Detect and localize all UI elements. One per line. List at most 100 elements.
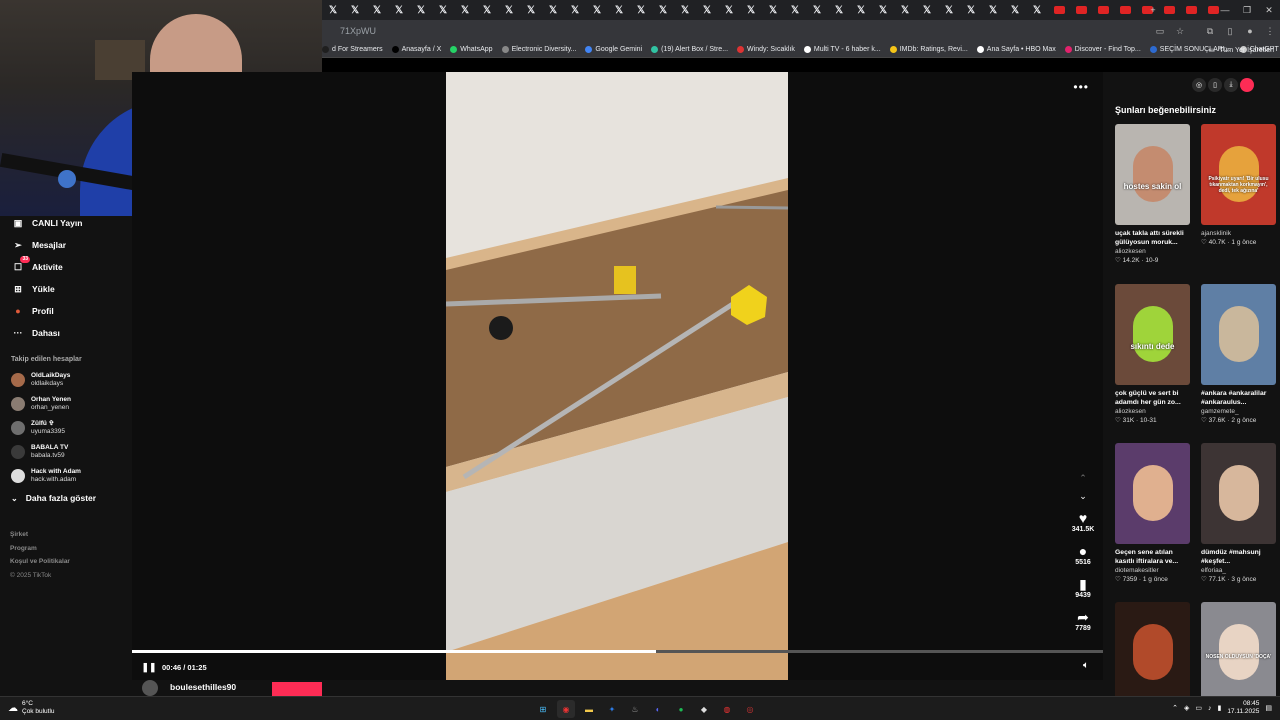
volume-icon[interactable]: 🔈︎ <box>1083 660 1089 671</box>
x-tab[interactable]: 𝕏 <box>982 0 1004 20</box>
show-more-button[interactable]: ⌄ Daha fazla göster <box>0 488 132 508</box>
obs-icon[interactable]: ◍ <box>718 700 736 718</box>
x-tab[interactable]: 𝕏 <box>872 0 894 20</box>
followed-account[interactable]: Orhan Yenen orhan_yenen <box>0 392 132 416</box>
progress-bar[interactable] <box>132 650 1103 653</box>
side-panel-icon[interactable]: ▯ <box>1220 26 1240 37</box>
x-tab[interactable]: 𝕏 <box>476 0 498 20</box>
suggested-video-card[interactable]: NOSEN OLDUYSUN 'DOÇA' <box>1201 602 1277 703</box>
start-icon[interactable]: ⊞ <box>534 700 552 718</box>
x-tab[interactable]: 𝕏 <box>1026 0 1048 20</box>
extensions-icon[interactable]: ⧉ <box>1200 26 1220 37</box>
bookmark-item[interactable]: Discover - Find Top... <box>1064 46 1141 53</box>
follow-button[interactable] <box>272 682 322 696</box>
suggested-video-card[interactable]: Psikiyatr uyarı! 'Bir ulusu tıkanmaktan … <box>1201 124 1277 247</box>
bookmark-item[interactable]: Ana Sayfa • HBO Max <box>976 46 1056 53</box>
nav-item-more[interactable]: ··· Dahası <box>0 322 132 344</box>
address-bar[interactable]: 71XpWU ▭ ☆ ⧉ ▯ ● ⋮ <box>322 20 1280 42</box>
x-tab[interactable]: 𝕏 <box>366 0 388 20</box>
followed-account[interactable]: OldLaikDays oldlaikdays <box>0 368 132 392</box>
bookmark-item[interactable]: WhatsApp <box>450 46 493 53</box>
x-tab[interactable]: 𝕏 <box>696 0 718 20</box>
footer-link[interactable]: Koşul ve Politikalar <box>0 555 132 569</box>
x-tab[interactable]: 𝕏 <box>762 0 784 20</box>
bookmark-item[interactable]: Electronic Diversity... <box>501 46 576 53</box>
x-tab[interactable]: 𝕏 <box>674 0 696 20</box>
scroll-up-button[interactable]: ⌃ <box>1063 470 1103 486</box>
nav-item-activity[interactable]: ☐ 33 Aktivite <box>0 256 132 278</box>
followed-account[interactable]: BABALA TV babala.tv59 <box>0 440 132 464</box>
youtube-tab[interactable] <box>1048 0 1070 20</box>
suggested-video-card[interactable]: hostes sakin ol uçak takla attı sürekli g… <box>1115 124 1191 265</box>
youtube-tab[interactable] <box>1092 0 1114 20</box>
maximize-button[interactable]: ❐ <box>1236 0 1258 20</box>
cast-icon[interactable]: ▭ <box>1150 26 1170 37</box>
epic-games-icon[interactable]: ◆ <box>695 700 713 718</box>
close-window-button[interactable]: ✕ <box>1258 0 1280 20</box>
x-tab[interactable]: 𝕏 <box>740 0 762 20</box>
nav-item-message[interactable]: ➢ Mesajlar <box>0 234 132 256</box>
x-tab[interactable]: 𝕏 <box>344 0 366 20</box>
suggested-video-card[interactable]: Geçen sene atılan kasıtlı iftiralara ve.… <box>1115 443 1191 584</box>
x-tab[interactable]: 𝕏 <box>1004 0 1026 20</box>
author-avatar[interactable] <box>142 680 158 696</box>
youtube-tab[interactable] <box>1070 0 1092 20</box>
download-icon[interactable]: ⤓ <box>1224 78 1238 92</box>
footer-link[interactable]: Şirket <box>0 528 132 542</box>
profile-avatar-icon[interactable]: ● <box>1240 26 1260 36</box>
network-icon[interactable]: ▭ <box>1195 704 1202 712</box>
x-tab[interactable]: 𝕏 <box>410 0 432 20</box>
video-player[interactable]: ••• ⌃ ⌄ ♥ 341.5K ● 5516 ▮ 9439 ➦ 7789 ❚❚… <box>132 72 1103 680</box>
nav-item-upload[interactable]: ⊞ Yükle <box>0 278 132 300</box>
x-tab[interactable]: 𝕏 <box>388 0 410 20</box>
x-tab[interactable]: 𝕏 <box>718 0 740 20</box>
x-tab[interactable]: 𝕏 <box>828 0 850 20</box>
bookmark-item[interactable]: (19) Alert Box / Stre... <box>651 46 728 53</box>
suggested-video-card[interactable]: #ankara #ankaralilar #ankaraulus... gamze… <box>1201 284 1277 425</box>
like-button[interactable]: ♥ 341.5K <box>1063 510 1103 533</box>
x-tab[interactable]: 𝕏 <box>608 0 630 20</box>
x-tab[interactable]: 𝕏 <box>960 0 982 20</box>
browser-menu-icon[interactable]: ⋮ <box>1260 26 1280 37</box>
minimize-button[interactable]: — <box>1214 0 1236 20</box>
battery-icon[interactable]: ▮ <box>1217 704 1221 712</box>
x-tab[interactable]: 𝕏 <box>784 0 806 20</box>
x-tab[interactable]: 𝕏 <box>564 0 586 20</box>
x-tab[interactable]: 𝕏 <box>542 0 564 20</box>
nav-item-live[interactable]: ▣ CANLI Yayın <box>0 212 132 234</box>
notification-icon[interactable]: ▤ <box>1265 704 1272 712</box>
x-tab[interactable]: 𝕏 <box>454 0 476 20</box>
all-bookmarks-folder[interactable]: ▭ Tüm Yer İşaretleri <box>1209 42 1274 57</box>
volume-tray-icon[interactable]: ♪ <box>1208 705 1212 712</box>
chrome-icon[interactable]: ◉ <box>557 700 575 718</box>
bookmark-item[interactable]: Anasayfa / X <box>391 46 441 53</box>
more-options-icon[interactable]: ••• <box>1073 80 1089 94</box>
file-explorer-icon[interactable]: ▬ <box>580 700 598 718</box>
scroll-down-button[interactable]: ⌄ <box>1063 488 1103 504</box>
x-tab[interactable]: 𝕏 <box>520 0 542 20</box>
tray-overflow-icon[interactable]: ⌃ <box>1172 704 1178 712</box>
weather-widget[interactable]: ☁ 6°C Çok bulutlu <box>8 700 55 716</box>
location-icon[interactable]: ◈ <box>1184 704 1189 712</box>
app-icon[interactable]: ✦ <box>603 700 621 718</box>
x-tab[interactable]: 𝕏 <box>850 0 872 20</box>
x-tab[interactable]: 𝕏 <box>630 0 652 20</box>
followed-account[interactable]: Zülfü ✞ uyuma3395 <box>0 416 132 440</box>
bookmark-item[interactable]: Multi TV - 6 haber k... <box>803 46 881 53</box>
compass-icon[interactable]: ◎ <box>1192 78 1206 92</box>
x-tab[interactable]: 𝕏 <box>586 0 608 20</box>
suggested-video-card[interactable]: dümdüz #mahsunj #keşfet... elforiaa_ ♡ 77.… <box>1201 443 1277 584</box>
spotify-icon[interactable]: ● <box>672 700 690 718</box>
x-tab[interactable]: 𝕏 <box>652 0 674 20</box>
url-text[interactable]: 71XpWU <box>340 26 1150 36</box>
author-name[interactable]: boulesethilles90 <box>170 682 236 692</box>
bookmark-item[interactable]: Windy: Sıcaklık <box>737 46 795 53</box>
bookmark-item[interactable]: IMDb: Ratings, Revi... <box>889 46 968 53</box>
save-button[interactable]: ▮ 9439 <box>1063 576 1103 599</box>
suggested-video-card[interactable] <box>1115 602 1191 703</box>
x-tab[interactable]: 𝕏 <box>938 0 960 20</box>
x-tab[interactable]: 𝕏 <box>916 0 938 20</box>
x-tab[interactable]: 𝕏 <box>894 0 916 20</box>
followed-account[interactable]: Hack with Adam hack.with.adam <box>0 464 132 488</box>
x-tab[interactable]: 𝕏 <box>806 0 828 20</box>
